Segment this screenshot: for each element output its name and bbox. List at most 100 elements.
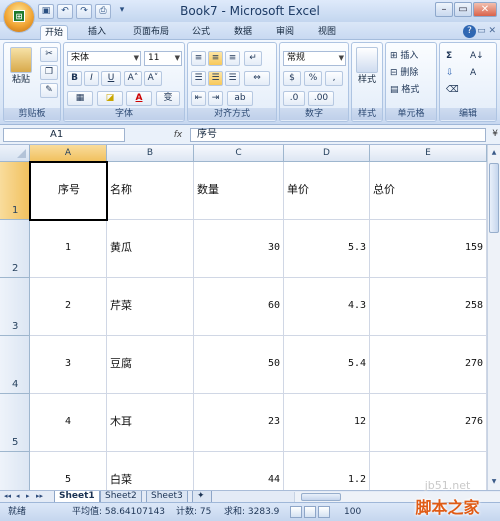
cell-b6[interactable]: 白菜 (107, 452, 194, 490)
ribbon-window-controls[interactable]: – ▭ ✕ (470, 26, 496, 36)
cell-c1[interactable]: 数量 (194, 162, 284, 220)
tab-insert[interactable]: 插入 (84, 25, 110, 40)
cell-e2[interactable]: 159 (370, 220, 487, 278)
row-header-5[interactable]: 5 (0, 394, 30, 452)
cell-e6[interactable] (370, 452, 487, 490)
format-cells-button[interactable]: ▤ 格式 (390, 84, 419, 96)
autosum-icon[interactable]: Σ (446, 50, 452, 62)
customize-qat-icon[interactable]: ▾ (114, 4, 130, 19)
cut-icon[interactable]: ✂ (40, 47, 58, 62)
clear-icon[interactable]: ⌫ (446, 84, 459, 96)
cell-a4[interactable]: 3 (30, 336, 107, 394)
border-icon[interactable]: ▦ (67, 91, 93, 106)
cell-b1[interactable]: 名称 (107, 162, 194, 220)
column-header-d[interactable]: D (284, 145, 370, 162)
cell-c4[interactable]: 50 (194, 336, 284, 394)
delete-cells-button[interactable]: ⊟ 删除 (390, 67, 418, 79)
formula-input[interactable]: 序号 (190, 128, 486, 142)
insert-cells-button[interactable]: ⊞ 插入 (390, 50, 418, 62)
increase-indent-icon[interactable]: ⇥ (208, 91, 223, 106)
cell-c3[interactable]: 60 (194, 278, 284, 336)
insert-function-icon[interactable]: fx (170, 128, 186, 142)
format-painter-icon[interactable]: ✎ (40, 83, 58, 98)
page-layout-view-icon[interactable] (304, 506, 316, 518)
tab-review[interactable]: 审阅 (272, 25, 298, 40)
redo-icon[interactable]: ↷ (76, 3, 92, 19)
currency-icon[interactable]: $ (283, 71, 301, 86)
align-right-icon[interactable]: ☰ (225, 71, 240, 86)
font-name-combo[interactable]: 宋体 ▼ (67, 51, 141, 66)
cell-c2[interactable]: 30 (194, 220, 284, 278)
tab-data[interactable]: 数据 (230, 25, 256, 40)
cell-e4[interactable]: 270 (370, 336, 487, 394)
wrap-text-icon[interactable]: ↵ (244, 51, 262, 66)
italic-button[interactable]: I (84, 71, 99, 86)
tab-formulas[interactable]: 公式 (188, 25, 214, 40)
cell-d1[interactable]: 单价 (284, 162, 370, 220)
orientation-icon[interactable]: ab (227, 91, 253, 106)
decrease-decimal-icon[interactable]: .00 (308, 91, 334, 106)
fill-down-icon[interactable]: ⇩ (446, 67, 454, 79)
cell-b2[interactable]: 黄瓜 (107, 220, 194, 278)
sort-filter-icon[interactable]: A↓ (470, 50, 484, 62)
column-header-b[interactable]: B (107, 145, 194, 162)
cell-a6[interactable]: 5 (30, 452, 107, 490)
align-center-icon[interactable]: ☰ (208, 71, 223, 86)
restore-button[interactable]: ▭ (454, 2, 472, 17)
vertical-scroll-thumb[interactable] (489, 163, 499, 233)
column-header-e[interactable]: E (370, 145, 487, 162)
decrease-indent-icon[interactable]: ⇤ (191, 91, 206, 106)
align-bottom-icon[interactable]: ≡ (225, 51, 240, 66)
scroll-up-icon[interactable]: ▲ (489, 148, 499, 158)
cell-d5[interactable]: 12 (284, 394, 370, 452)
phonetic-icon[interactable]: 变 (156, 91, 180, 106)
worksheet-grid[interactable]: A B C D E 1 序号 名称 数量 单价 总价 2 1 黄瓜 30 5.3… (0, 145, 487, 490)
horizontal-scrollbar[interactable] (294, 492, 500, 502)
close-button[interactable]: ✕ (473, 2, 497, 17)
select-all-button[interactable] (0, 145, 30, 162)
column-header-c[interactable]: C (194, 145, 284, 162)
number-format-combo[interactable]: 常规 ▼ (283, 51, 346, 66)
name-box[interactable]: A1 (3, 128, 125, 142)
cell-c6[interactable]: 44 (194, 452, 284, 490)
merge-center-icon[interactable]: ⇔ (244, 71, 270, 86)
find-select-icon[interactable]: A (470, 67, 476, 79)
horizontal-scroll-thumb[interactable] (301, 493, 341, 501)
cell-a1[interactable]: 序号 (30, 162, 107, 220)
copy-icon[interactable]: ❐ (40, 65, 58, 80)
cell-b5[interactable]: 木耳 (107, 394, 194, 452)
cell-b3[interactable]: 芹菜 (107, 278, 194, 336)
tab-view[interactable]: 视图 (314, 25, 340, 40)
cell-b4[interactable]: 豆腐 (107, 336, 194, 394)
expand-formula-bar-icon[interactable]: ¥ (492, 129, 498, 139)
cell-a2[interactable]: 1 (30, 220, 107, 278)
bold-button[interactable]: B (67, 71, 82, 86)
row-header-3[interactable]: 3 (0, 278, 30, 336)
vertical-scrollbar[interactable]: ▲ ▼ (487, 145, 500, 490)
cell-d6[interactable]: 1.2 (284, 452, 370, 490)
cell-d2[interactable]: 5.3 (284, 220, 370, 278)
cell-e5[interactable]: 276 (370, 394, 487, 452)
grow-font-button[interactable]: A˄ (124, 71, 142, 86)
align-middle-icon[interactable]: ≡ (208, 51, 223, 66)
undo-icon[interactable]: ↶ (57, 3, 73, 19)
zoom-level[interactable]: 100 (344, 503, 361, 521)
first-sheet-icon[interactable]: ◂◂ (4, 492, 11, 500)
cell-d3[interactable]: 4.3 (284, 278, 370, 336)
print-preview-icon[interactable]: ⎙ (95, 3, 111, 19)
next-sheet-icon[interactable]: ▸ (26, 492, 30, 500)
fill-color-icon[interactable]: ◪ (97, 91, 123, 106)
tab-page-layout[interactable]: 页面布局 (129, 25, 173, 40)
underline-button[interactable]: U (101, 71, 121, 86)
page-break-view-icon[interactable] (318, 506, 330, 518)
save-icon[interactable]: ▣ (38, 3, 54, 19)
cell-a3[interactable]: 2 (30, 278, 107, 336)
prev-sheet-icon[interactable]: ◂ (16, 492, 20, 500)
comma-icon[interactable]: , (325, 71, 343, 86)
align-left-icon[interactable]: ☰ (191, 71, 206, 86)
font-color-icon[interactable]: A (126, 91, 152, 106)
styles-button[interactable]: 样式 (352, 47, 382, 86)
row-header-4[interactable]: 4 (0, 336, 30, 394)
scroll-down-icon[interactable]: ▼ (489, 477, 499, 487)
paste-button[interactable]: 粘贴 (6, 47, 36, 86)
